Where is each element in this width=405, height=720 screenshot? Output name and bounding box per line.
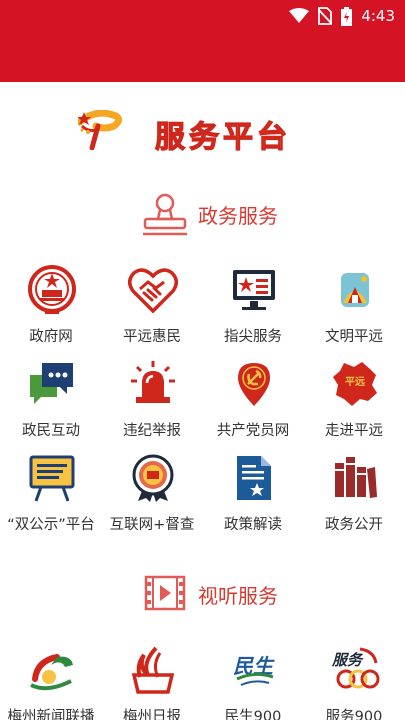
grid-item-double-publicity[interactable]: “双公示”平台 <box>0 453 100 547</box>
grid-item-label: 违纪举报 <box>123 423 181 439</box>
notice-board-icon <box>29 455 75 502</box>
status-icons: 4:43 <box>289 5 395 27</box>
grid-item-label: 政府网 <box>29 329 73 345</box>
grid-item-benefit[interactable]: 平远惠民 <box>101 265 201 359</box>
heart-handshake-icon <box>128 268 178 314</box>
grid-item-label: 梅州新闻联播 <box>7 709 95 720</box>
section-title-gov: 政务服务 <box>198 204 278 228</box>
grid-item-label: 政民互动 <box>22 423 80 439</box>
grid-item-civilization[interactable]: 文明平远 <box>303 265 403 359</box>
policy-document-icon <box>237 456 271 500</box>
banner: 服务平台 <box>0 94 405 156</box>
main-content[interactable]: 服务平台 政务服务 政府网 平远惠民 指尖服务 文明平远 政民互动 违纪举报 共… <box>0 82 405 720</box>
service-900-logo-icon: 服务 <box>331 647 380 689</box>
chat-bubbles-icon <box>30 363 73 404</box>
grid-item-label: 走进平远 <box>325 423 383 439</box>
grid-item-label: 政务公开 <box>325 517 383 533</box>
grid-item-label: 梅州日报 <box>123 709 181 720</box>
alarm-siren-icon <box>131 361 175 403</box>
film-play-icon <box>144 575 186 611</box>
section-header-gov: 政务服务 <box>0 187 405 239</box>
news-broadcast-logo-icon <box>30 654 73 691</box>
grid-item-label: 政策解读 <box>224 517 282 533</box>
party-pin-icon <box>238 363 270 406</box>
svg-text:平远: 平远 <box>345 376 365 388</box>
grid-item-daily[interactable]: 梅州日报 <box>101 645 201 720</box>
grid-item-inspection[interactable]: 互联网+督查 <box>101 453 201 547</box>
grid-item-open-gov[interactable]: 政务公开 <box>303 453 403 547</box>
section-title-media: 视听服务 <box>198 584 278 608</box>
status-bar: 4:43 <box>0 0 405 82</box>
grid-item-label: 共产党员网 <box>216 423 290 439</box>
no-sim-icon <box>318 7 333 25</box>
grid-item-label: 互联网+督查 <box>109 517 195 533</box>
section-header-media: 视听服务 <box>0 567 405 619</box>
grid-item-label: 服务900 <box>325 709 383 720</box>
grid-item-fingertip[interactable]: 指尖服务 <box>202 265 302 359</box>
grid-item-gov-website[interactable]: 政府网 <box>0 265 100 359</box>
clock: 4:43 <box>361 7 395 25</box>
grid-item-label: “双公示”平台 <box>7 517 95 533</box>
books-icon <box>335 457 377 498</box>
grid-item-report[interactable]: 违纪举报 <box>101 359 201 453</box>
grid-item-label: 民生900 <box>224 709 282 720</box>
daily-paper-logo-icon <box>131 646 175 694</box>
grid-item-news-broadcast[interactable]: 梅州新闻联播 <box>0 645 100 720</box>
grid-item-pingyuan[interactable]: 平远 走进平远 <box>303 359 403 453</box>
battery-charging-icon <box>341 6 353 26</box>
svg-text:服务: 服务 <box>331 651 364 669</box>
inspection-badge-icon <box>132 454 174 502</box>
civilization-logo-icon <box>341 273 369 307</box>
grid-item-interaction[interactable]: 政民互动 <box>0 359 100 453</box>
grid-item-label: 文明平远 <box>325 329 383 345</box>
wifi-icon <box>289 8 310 23</box>
stamp-icon <box>143 193 187 236</box>
monitor-star-icon <box>233 270 275 310</box>
platform-logo-icon <box>78 110 123 150</box>
grid-item-policy[interactable]: 政策解读 <box>202 453 302 547</box>
grid-item-label: 指尖服务 <box>224 329 282 345</box>
national-emblem-icon <box>28 265 76 314</box>
minsheng-logo-icon: 民生 <box>233 654 275 686</box>
grid-item-service900[interactable]: 服务 服务900 <box>303 645 403 720</box>
grid-item-minsheng[interactable]: 民生 民生900 <box>202 645 302 720</box>
banner-title: 服务平台 <box>154 119 291 155</box>
grid-item-label: 平远惠民 <box>123 329 181 345</box>
grid-item-party-member[interactable]: 共产党员网 <box>202 359 302 453</box>
pingyuan-map-icon: 平远 <box>333 362 377 406</box>
